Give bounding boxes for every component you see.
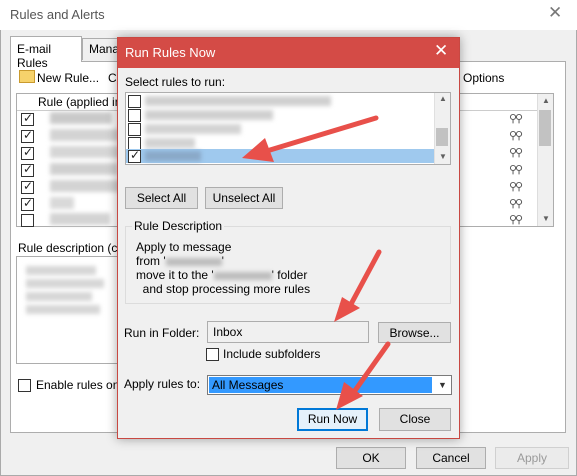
rules-list-scroll-thumb[interactable] [539, 110, 551, 146]
new-rule-icon [19, 70, 35, 83]
tab-email-rules[interactable]: E-mail Rules [10, 36, 82, 70]
new-rule-button[interactable]: New Rule... [19, 70, 99, 85]
apply-rules-to-value[interactable]: All Messages [209, 377, 432, 393]
rule-name [50, 163, 118, 175]
rule-type-icon: ⚲⚲ [509, 181, 523, 193]
run-now-button[interactable]: Run Now [297, 408, 368, 431]
apply-button[interactable]: Apply [495, 447, 569, 469]
rule-description-text [26, 305, 100, 314]
description-from-prefix: from ' [136, 254, 166, 268]
rule-type-icon: ⚲⚲ [509, 130, 523, 142]
change-rule-button[interactable]: C [108, 71, 117, 85]
window-close-icon[interactable]: ✕ [548, 3, 562, 23]
scroll-up-arrow-icon[interactable]: ▲ [542, 96, 550, 105]
rule-description-label: Rule description (cli [18, 241, 123, 255]
cancel-button[interactable]: Cancel [416, 447, 486, 469]
new-rule-label: New Rule... [37, 71, 100, 85]
rule-name [50, 112, 112, 124]
scroll-down-arrow-icon[interactable]: ▼ [542, 214, 550, 223]
rule-name [145, 110, 273, 120]
rule-checkbox[interactable] [128, 123, 141, 136]
list-item-selected[interactable] [126, 148, 434, 163]
list-item[interactable] [126, 122, 434, 136]
rule-checkbox[interactable] [21, 111, 34, 126]
rule-checkbox[interactable] [21, 179, 34, 194]
description-move-prefix: move it to the ' [136, 268, 214, 282]
rule-checkbox[interactable] [21, 145, 34, 160]
rule-type-icon: ⚲⚲ [509, 214, 523, 226]
scroll-down-arrow-icon[interactable]: ▼ [439, 152, 447, 161]
rule-name [50, 213, 110, 225]
rule-type-icon: ⚲⚲ [509, 147, 523, 159]
rules-list-column-header[interactable]: Rule (applied in [38, 95, 121, 109]
description-line-move: move it to the ' ' folder [136, 268, 307, 282]
rule-checkbox[interactable] [21, 196, 34, 211]
rule-checkbox[interactable] [21, 162, 34, 177]
dialog-close-icon[interactable]: ✕ [434, 41, 448, 61]
rule-description-text [26, 266, 96, 275]
rule-type-icon: ⚲⚲ [509, 113, 523, 125]
rule-name [50, 129, 120, 141]
list-item[interactable] [126, 136, 434, 150]
rule-type-icon: ⚲⚲ [509, 198, 523, 210]
redacted-folder [213, 271, 272, 280]
enable-rules-checkbox[interactable]: Enable rules on [18, 378, 119, 392]
select-all-button[interactable]: Select All [125, 187, 198, 209]
rule-name [50, 146, 124, 158]
rule-name [145, 151, 201, 161]
enable-rules-checkbox-box[interactable] [18, 379, 31, 392]
browse-button[interactable]: Browse... [378, 322, 451, 343]
rule-name [145, 138, 195, 148]
chevron-down-icon[interactable]: ▼ [435, 377, 450, 393]
enable-rules-label: Enable rules on [36, 378, 120, 392]
description-quote-close: ' [221, 254, 224, 268]
description-line-from: from ' ' [136, 254, 224, 268]
select-rules-scroll-thumb[interactable] [436, 128, 448, 146]
run-in-folder-label: Run in Folder: [124, 326, 200, 340]
select-rules-label: Select rules to run: [125, 75, 226, 89]
include-subfolders-checkbox[interactable]: Include subfolders [206, 347, 320, 361]
description-line: and stop processing more rules [136, 282, 311, 296]
rule-checkbox[interactable] [128, 109, 141, 122]
list-item[interactable] [126, 94, 434, 108]
close-button[interactable]: Close [379, 408, 451, 431]
include-subfolders-label: Include subfolders [223, 347, 321, 361]
rule-checkbox[interactable] [128, 148, 141, 163]
rule-name [145, 96, 331, 106]
description-line: Apply to message [136, 240, 232, 254]
rule-description-group-label: Rule Description [132, 219, 225, 233]
run-in-folder-field[interactable]: Inbox [207, 321, 369, 343]
apply-rules-to-label: Apply rules to: [124, 377, 201, 391]
rule-checkbox[interactable] [128, 95, 141, 108]
rule-checkbox[interactable] [21, 128, 34, 143]
description-folder-suffix: ' folder [271, 268, 308, 282]
rule-name [145, 124, 241, 134]
unselect-all-button[interactable]: Unselect All [205, 187, 283, 209]
scroll-up-arrow-icon[interactable]: ▲ [439, 94, 447, 103]
ok-button[interactable]: OK [336, 447, 406, 469]
rule-description-text [26, 292, 92, 301]
rule-name [50, 197, 74, 209]
rule-type-icon: ⚲⚲ [509, 164, 523, 176]
options-button[interactable]: Options [463, 71, 504, 85]
redacted-sender [165, 257, 222, 266]
window-title: Rules and Alerts [10, 7, 105, 22]
rule-description-text [26, 279, 104, 288]
dialog-title: Run Rules Now [125, 45, 216, 60]
rule-name [50, 180, 122, 192]
list-item[interactable] [126, 108, 434, 122]
rule-checkbox[interactable] [21, 214, 34, 227]
include-subfolders-box[interactable] [206, 348, 219, 361]
